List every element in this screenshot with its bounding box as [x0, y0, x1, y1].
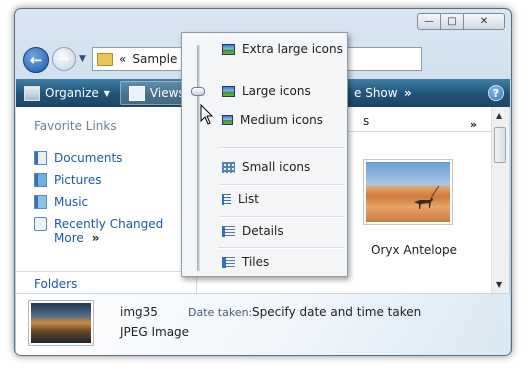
list-icon	[222, 193, 231, 205]
menu-item-list[interactable]: List	[222, 192, 259, 206]
views-icon	[128, 85, 145, 101]
more-links-button[interactable]: More »	[54, 231, 100, 245]
address-chevron[interactable]: «	[119, 52, 126, 66]
details-pane: img35 JPEG Image Date taken: Specify dat…	[16, 293, 510, 355]
organize-label: Organize	[45, 86, 99, 100]
scroll-down-arrow-icon[interactable]: ▼	[496, 280, 502, 289]
more-label: More	[54, 231, 84, 245]
chevron-down-icon: ▼	[103, 88, 110, 98]
menu-item-details[interactable]: Details	[222, 224, 284, 238]
menu-item-tiles[interactable]: Tiles	[222, 255, 269, 269]
help-icon[interactable]: ?	[488, 85, 504, 101]
help-label: ?	[492, 86, 500, 100]
nav-link-recently-changed[interactable]: Recently Changed	[34, 217, 163, 231]
column-header-partial[interactable]: s	[363, 114, 369, 128]
organize-button[interactable]: Organize ▼	[16, 79, 118, 107]
details-thumbnail	[28, 300, 94, 346]
nav-divider	[16, 271, 196, 272]
menu-item-label: Small icons	[242, 160, 311, 174]
menu-item-large-icons[interactable]: Large icons	[222, 84, 311, 98]
minimize-button[interactable]: —	[417, 13, 441, 30]
extra-large-icons-icon	[222, 43, 235, 55]
forward-button[interactable]: →	[52, 47, 76, 71]
pictures-icon	[34, 173, 47, 187]
details-file-name: img35	[120, 305, 158, 319]
date-taken-label: Date taken:	[188, 306, 253, 319]
slideshow-label: e Show	[354, 86, 398, 100]
toolbar-more-label: »	[404, 86, 412, 100]
antelope-silhouette	[414, 185, 440, 209]
menu-divider	[218, 247, 344, 249]
maximize-button[interactable]: □	[440, 13, 464, 30]
file-thumbnail[interactable]	[363, 159, 453, 225]
nav-link-documents[interactable]: Documents	[34, 151, 122, 165]
more-arrows: »	[91, 231, 100, 245]
scroll-thumb[interactable]	[494, 127, 506, 163]
menu-item-extra-large-icons[interactable]: Extra large icons	[222, 42, 343, 56]
menu-item-label: Details	[242, 224, 284, 238]
details-file-type: JPEG Image	[120, 325, 190, 339]
views-menu: Extra large icons Large icons Medium ico…	[181, 32, 348, 277]
nav-link-label: Pictures	[54, 173, 102, 187]
file-label[interactable]: Oryx Antelope	[371, 243, 457, 257]
nav-link-pictures[interactable]: Pictures	[34, 173, 102, 187]
view-size-slider-track[interactable]	[197, 45, 200, 271]
mouse-cursor-icon	[200, 104, 214, 125]
music-icon	[34, 195, 47, 209]
recent-pages-dropdown[interactable]: ▼	[79, 54, 86, 64]
large-icons-icon	[222, 85, 235, 97]
close-button[interactable]: ✕	[463, 13, 505, 30]
view-size-slider-thumb[interactable]	[191, 87, 205, 96]
details-icon	[222, 225, 235, 237]
menu-item-small-icons[interactable]: Small icons	[222, 160, 310, 174]
menu-item-label: Tiles	[242, 255, 270, 269]
vertical-scrollbar[interactable]: ▲ ▼	[491, 107, 509, 293]
date-taken-value[interactable]: Specify date and time taken	[252, 305, 421, 319]
medium-icons-icon	[222, 115, 233, 125]
folder-icon	[97, 52, 113, 66]
oryx-antelope-image	[366, 162, 450, 222]
menu-item-label: List	[238, 192, 259, 206]
toolbar-more-button[interactable]: »	[404, 79, 412, 107]
back-button[interactable]: ←	[23, 47, 49, 73]
details-image	[31, 303, 91, 343]
views-label: Views	[149, 86, 185, 100]
forward-arrow-icon: →	[58, 51, 70, 67]
menu-divider	[218, 147, 344, 149]
small-icons-icon	[222, 161, 235, 173]
nav-link-label: Documents	[54, 151, 123, 165]
folders-toggle[interactable]: Folders	[34, 277, 77, 291]
menu-divider	[218, 184, 344, 186]
organize-icon	[24, 85, 40, 101]
column-more-button[interactable]: »	[470, 118, 477, 131]
tiles-icon	[222, 256, 235, 268]
favorite-links-heading: Favorite Links	[34, 119, 117, 133]
nav-link-label: Music	[54, 195, 89, 209]
nav-link-music[interactable]: Music	[34, 195, 88, 209]
scroll-up-arrow-icon[interactable]: ▲	[496, 111, 502, 120]
back-arrow-icon: ←	[29, 51, 43, 69]
menu-item-label: Large icons	[242, 84, 311, 98]
documents-icon	[34, 151, 47, 165]
menu-divider	[218, 216, 344, 218]
slideshow-button[interactable]: e Show	[346, 79, 406, 107]
address-text[interactable]: Sample P	[132, 52, 188, 66]
menu-item-label: Medium icons	[240, 113, 323, 127]
caption-buttons: — □ ✕	[417, 13, 505, 30]
navigation-pane: Favorite Links Documents Pictures Music …	[16, 107, 197, 293]
menu-item-medium-icons[interactable]: Medium icons	[222, 113, 323, 127]
nav-link-label: Recently Changed	[54, 217, 164, 231]
menu-item-label: Extra large icons	[242, 42, 343, 56]
recent-icon	[34, 217, 47, 231]
